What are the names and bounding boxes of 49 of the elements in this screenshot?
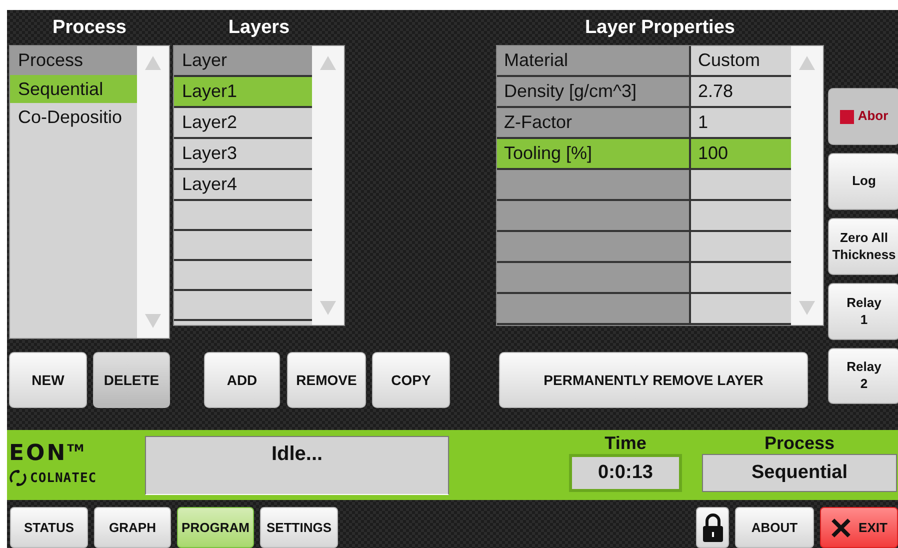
stop-icon: [840, 110, 854, 124]
nav-tab[interactable]: SETTINGS: [260, 507, 338, 548]
property-value[interactable]: 2.78: [691, 77, 791, 106]
exit-button[interactable]: EXIT: [820, 507, 898, 548]
property-value[interactable]: 1: [691, 108, 791, 137]
process-label: Process: [764, 432, 835, 454]
side-button[interactable]: Relay 2: [828, 348, 898, 404]
list-header: Layer: [174, 46, 312, 77]
list-item[interactable]: Layer1: [174, 77, 312, 108]
scroll-up-icon[interactable]: [319, 54, 337, 72]
status-message: Idle...: [145, 436, 449, 495]
scroll-up-icon[interactable]: [798, 54, 816, 72]
property-value[interactable]: 100: [691, 139, 791, 168]
nav-tab[interactable]: PROGRAM: [177, 507, 254, 548]
scroll-up-icon[interactable]: [144, 54, 162, 72]
close-icon: [830, 518, 851, 538]
panel-title: Layers: [227, 16, 291, 38]
nav-tab[interactable]: GRAPH: [94, 507, 171, 548]
nav-tab[interactable]: STATUS: [10, 507, 88, 548]
side-button[interactable]: Relay 1: [828, 283, 898, 340]
process-display: Sequential: [702, 454, 897, 492]
property-name[interactable]: Tooling [%]: [497, 139, 691, 168]
scroll-down-icon[interactable]: [144, 312, 162, 330]
list-item[interactable]: Sequential: [10, 75, 137, 103]
action-button[interactable]: REMOVE: [287, 352, 366, 408]
action-button[interactable]: ADD: [204, 352, 280, 408]
scroll-down-icon[interactable]: [319, 299, 337, 317]
time-display: 0:0:13: [569, 454, 682, 492]
action-button[interactable]: PERMANENTLY REMOVE LAYER: [499, 352, 808, 408]
property-name[interactable]: Material: [497, 46, 691, 75]
lock-button[interactable]: [696, 507, 729, 548]
scroll-down-icon[interactable]: [798, 299, 816, 317]
time-label: Time: [604, 432, 646, 454]
swirl-icon: [9, 469, 27, 487]
property-name[interactable]: Z-Factor: [497, 108, 691, 137]
property-name[interactable]: Density [g/cm^3]: [497, 77, 691, 106]
list-header: Process: [10, 46, 137, 75]
action-button[interactable]: COPY: [372, 352, 450, 408]
action-button[interactable]: DELETE: [93, 352, 170, 408]
lock-icon: [702, 512, 724, 542]
side-button[interactable]: Zero All Thickness: [828, 218, 898, 275]
logo-text: EON$^{TM}$: [9, 443, 85, 465]
action-button[interactable]: NEW: [9, 352, 87, 408]
panel-title: Layer Properties: [584, 16, 736, 38]
side-button[interactable]: Log: [828, 153, 898, 210]
company-name: COLNATEC: [30, 470, 97, 486]
property-value[interactable]: Custom: [691, 46, 791, 75]
panel-title: Process: [52, 16, 128, 38]
about-button[interactable]: ABOUT: [735, 507, 814, 548]
